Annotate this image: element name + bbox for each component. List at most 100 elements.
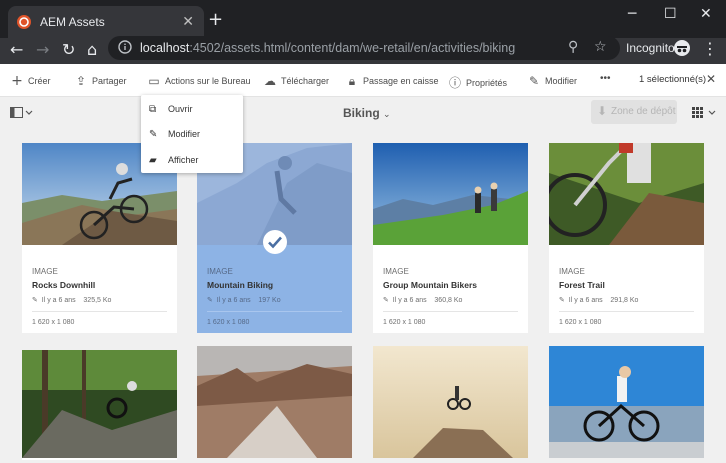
asset-thumbnail (549, 143, 704, 245)
share-button[interactable]: ⇪ Partager (74, 74, 127, 88)
asset-size: 325,5 Ko (83, 297, 112, 304)
edit-button[interactable]: ✎ Modifier (527, 74, 577, 88)
desktop-actions-label: Actions sur le Bureau (165, 76, 251, 86)
asset-action-bar: + Créer ⇪ Partager ▭ Actions sur le Bureau … (0, 64, 726, 97)
asset-dimensions: 1 620 x 1 080 (32, 319, 75, 326)
menu-item-open[interactable]: ⧉ Ouvrir (149, 104, 193, 115)
checkout-label: Passage en caisse (363, 76, 439, 86)
asset-name: Group Mountain Bikers (383, 280, 477, 290)
asset-dimensions: 1 620 x 1 080 (383, 319, 426, 326)
selection-count: 1 sélectionné(s) (639, 74, 707, 85)
asset-meta: ✎ Il y a 6 ans 360,8 Ko (383, 296, 462, 304)
asset-thumbnail (197, 346, 352, 458)
zoom-search-icon[interactable]: ⚲ (568, 39, 578, 55)
close-selection-icon[interactable]: ✕ (706, 72, 716, 86)
asset-name: Forest Trail (559, 280, 605, 290)
create-label: Créer (28, 76, 51, 86)
site-info-icon[interactable] (118, 40, 132, 54)
window-close-icon[interactable]: ✕ (700, 6, 712, 22)
tab-title: AEM Assets (40, 15, 105, 29)
asset-type: IMAGE (32, 267, 58, 276)
rail-toggle-icon (10, 107, 33, 118)
share-icon: ⇪ (75, 74, 87, 88)
new-tab-icon[interactable]: + (208, 9, 223, 30)
browser-tab[interactable]: AEM Assets ✕ (8, 6, 204, 38)
desktop-icon: ▭ (148, 74, 160, 88)
checkout-button[interactable]: 🔒︎ Passage en caisse (345, 74, 439, 89)
asset-card[interactable]: IMAGE Group Mountain Bikers ✎ Il y a 6 a… (373, 143, 528, 333)
maximize-icon[interactable]: ☐ (664, 6, 677, 22)
menu-item-reveal[interactable]: ▰ Afficher (149, 155, 198, 166)
forward-arrow-icon[interactable]: → (36, 40, 49, 59)
properties-label: Propriétés (466, 78, 508, 88)
lock-icon: 🔒︎ (348, 74, 356, 88)
incognito-icon[interactable] (674, 40, 690, 56)
drop-zone-button[interactable]: ⬇ Zone de dépôt (591, 100, 677, 124)
view-switcher-button[interactable] (692, 106, 718, 124)
selected-checkmark-icon[interactable] (263, 230, 287, 254)
reload-icon[interactable]: ↻ (62, 40, 75, 59)
aem-favicon-icon (17, 15, 31, 29)
asset-card[interactable] (22, 350, 177, 460)
more-actions-button[interactable]: ••• (600, 73, 611, 84)
menu-item-label: Afficher (168, 155, 199, 165)
properties-button[interactable]: ⓘ Propriétés (448, 74, 507, 91)
asset-age: Il y a 6 ans (41, 297, 76, 304)
url-path: :4502/assets.html/content/dam/we-retail/… (189, 41, 516, 55)
download-button[interactable]: ☁ Télécharger (263, 74, 329, 88)
rail-toggle-button[interactable] (10, 106, 34, 124)
asset-age: Il y a 6 ans (568, 297, 603, 304)
asset-type: IMAGE (559, 267, 585, 276)
desktop-actions-button[interactable]: ▭ Actions sur le Bureau (147, 74, 251, 88)
folder-icon: ▰ (149, 155, 157, 166)
home-icon[interactable]: ⌂ (87, 40, 97, 59)
divider (383, 311, 518, 312)
divider (559, 311, 694, 312)
info-icon: ⓘ (448, 76, 461, 90)
asset-thumbnail (373, 346, 528, 458)
asset-size: 291,8 Ko (610, 297, 639, 304)
menu-item-edit[interactable]: ✎ Modifier (149, 129, 200, 140)
grid-view-icon (692, 107, 716, 118)
asset-age: Il y a 6 ans (392, 297, 427, 304)
minimize-icon[interactable]: ─ (628, 6, 636, 22)
asset-type: IMAGE (207, 267, 233, 276)
download-label: Télécharger (281, 76, 330, 86)
pencil-icon: ✎ (559, 296, 565, 304)
breadcrumb-label: Biking (343, 106, 380, 120)
menu-item-label: Ouvrir (168, 104, 193, 114)
asset-thumbnail (22, 350, 177, 458)
asset-dimensions: 1 620 x 1 080 (207, 319, 250, 326)
divider (32, 311, 167, 312)
asset-card[interactable] (549, 346, 704, 458)
url-text: localhost:4502/assets.html/content/dam/w… (140, 41, 515, 55)
asset-size: 360,8 Ko (434, 297, 463, 304)
asset-thumbnail (549, 346, 704, 458)
asset-type: IMAGE (383, 267, 409, 276)
bookmark-star-icon[interactable]: ☆ (594, 39, 607, 55)
menu-item-label: Modifier (168, 129, 201, 139)
asset-age: Il y a 6 ans (216, 297, 251, 304)
tab-close-icon[interactable]: ✕ (182, 13, 194, 30)
breadcrumb[interactable]: Biking ⌄ (343, 106, 391, 120)
asset-meta: ✎ Il y a 6 ans 197 Ko (207, 296, 281, 304)
edit-label: Modifier (545, 76, 578, 86)
pencil-icon: ✎ (207, 296, 213, 304)
asset-card[interactable] (197, 346, 352, 458)
pencil-icon: ✎ (383, 296, 389, 304)
asset-meta: ✎ Il y a 6 ans 291,8 Ko (559, 296, 638, 304)
pencil-icon: ✎ (32, 296, 38, 304)
asset-card[interactable] (373, 346, 528, 458)
plus-icon: + (11, 73, 23, 89)
create-button[interactable]: + Créer (10, 73, 51, 89)
asset-size: 197 Ko (258, 297, 281, 304)
divider (207, 311, 342, 312)
back-arrow-icon[interactable]: ← (10, 40, 23, 59)
asset-card[interactable]: IMAGE Forest Trail ✎ Il y a 6 ans 291,8 … (549, 143, 704, 333)
address-bar[interactable]: localhost:4502/assets.html/content/dam/w… (108, 36, 620, 60)
browser-menu-icon[interactable]: ⋮ (702, 39, 718, 58)
asset-meta: ✎ Il y a 6 ans 325,5 Ko (32, 296, 111, 304)
drop-zone-label: Zone de dépôt (611, 106, 676, 117)
chevron-down-icon: ⌄ (383, 109, 391, 119)
url-host: localhost (140, 41, 190, 55)
